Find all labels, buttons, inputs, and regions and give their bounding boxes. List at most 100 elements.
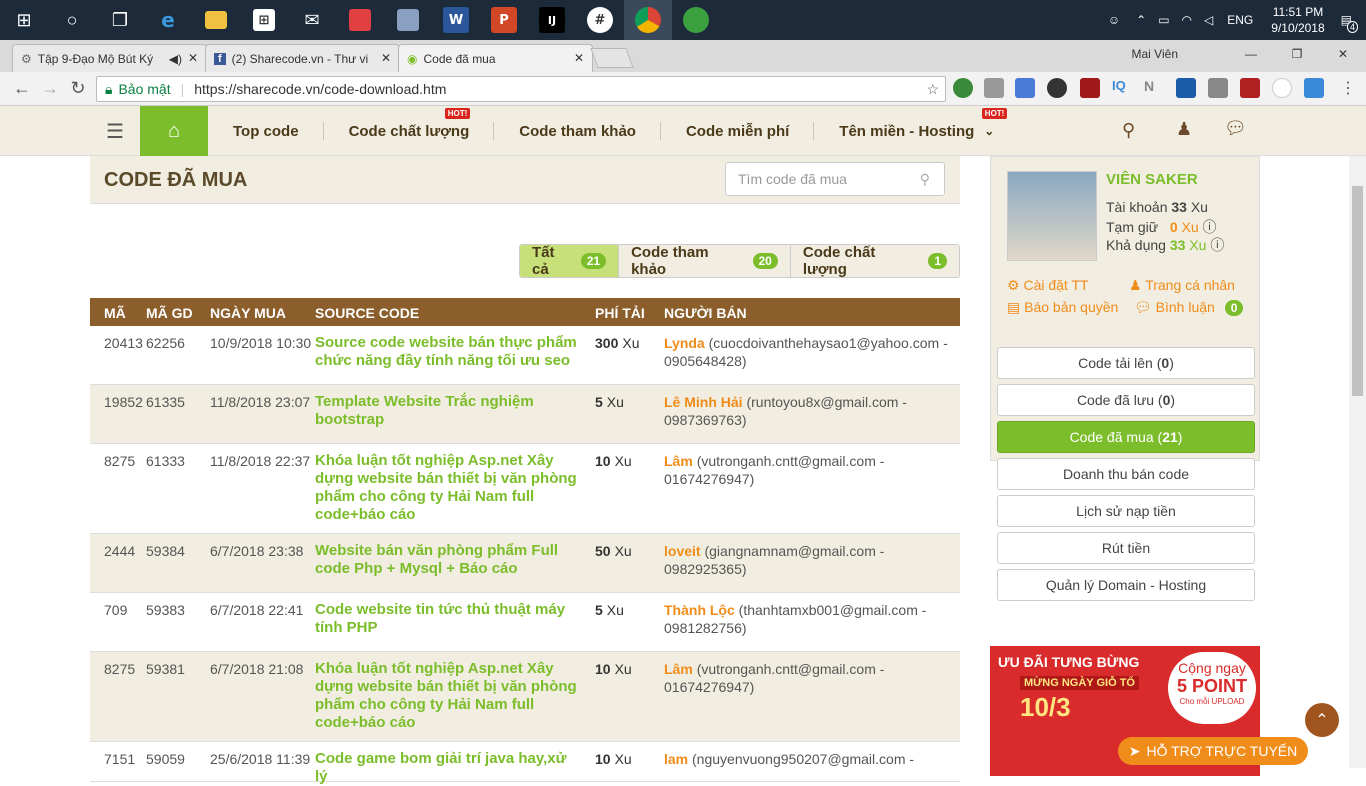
powerpoint-icon[interactable]: P	[480, 0, 528, 40]
chrome-icon[interactable]	[624, 0, 672, 40]
search-icon[interactable]: ⚲	[920, 171, 930, 188]
cell-seller[interactable]: loveit (giangnamnam@gmail.com - 09829253…	[664, 542, 954, 578]
tab-close-icon[interactable]: ✕	[574, 51, 584, 65]
info-icon[interactable]: ⓘ	[1203, 219, 1217, 235]
ublock-extension-icon[interactable]	[1080, 78, 1100, 98]
mail-icon[interactable]: ✉	[288, 0, 336, 40]
cell-source[interactable]: Khóa luận tốt nghiệp Asp.net Xây dựng we…	[315, 660, 580, 732]
slack-icon[interactable]: #	[576, 0, 624, 40]
ghost-extension-icon[interactable]	[1047, 78, 1067, 98]
file-explorer-icon[interactable]	[192, 0, 240, 40]
info-icon[interactable]: ⓘ	[1210, 237, 1224, 253]
side-menu-item[interactable]: Code đã mua (21)	[997, 421, 1255, 453]
scroll-to-top-button[interactable]: ⌃	[1305, 703, 1339, 737]
side-menu-item[interactable]: Code tải lên (0)	[997, 347, 1255, 379]
seller-name[interactable]: Thành Lộc	[664, 602, 735, 618]
record-extension-icon[interactable]	[1272, 78, 1292, 98]
control-panel-icon[interactable]	[384, 0, 432, 40]
filter-tham-khao[interactable]: Code tham khảo 20	[618, 245, 790, 277]
side-menu-item[interactable]: Code đã lưu (0)	[997, 384, 1255, 416]
tab-close-icon[interactable]: ✕	[188, 51, 198, 65]
side-menu-item[interactable]: Lịch sử nạp tiền	[997, 495, 1255, 527]
chat-icon[interactable]: 💬︎	[1224, 118, 1247, 139]
filter-chat-luong[interactable]: Code chất lượng 1	[789, 245, 959, 277]
cell-seller[interactable]: Lâm (vutronganh.cntt@gmail.com - 0167427…	[664, 660, 954, 696]
clock[interactable]: 11:51 PM 9/10/2018	[1261, 4, 1334, 36]
new-tab-button[interactable]	[590, 48, 634, 68]
nav-code-mien-phi[interactable]: Code miễn phí	[661, 106, 815, 156]
live-support-button[interactable]: ➤ HỖ TRỢ TRỰC TUYẾN	[1118, 737, 1308, 765]
camera2-extension-icon[interactable]	[1208, 78, 1228, 98]
windows-start-icon[interactable]: ⊞	[0, 0, 48, 40]
filter-all[interactable]: Tất cả 21	[520, 245, 619, 277]
cortana-icon[interactable]: ○	[48, 0, 96, 40]
reload-icon[interactable]: ↻	[64, 78, 92, 99]
back-icon[interactable]: ←	[8, 78, 36, 99]
hamburger-icon[interactable]: ☰	[90, 106, 140, 156]
restore-icon[interactable]: ❐	[1274, 47, 1320, 61]
wifi-icon[interactable]: ◠	[1176, 13, 1198, 27]
minimize-icon[interactable]: —	[1228, 47, 1274, 61]
cell-source[interactable]: Template Website Trắc nghiệm bootstrap	[315, 393, 580, 429]
store-icon[interactable]: ⊞	[240, 0, 288, 40]
tab-3[interactable]: ◉ Code đã mua ✕	[398, 44, 593, 72]
seller-name[interactable]: Lynda	[664, 335, 705, 351]
nav-code-chat-luong[interactable]: Code chất lượng HOT!	[324, 106, 495, 156]
profile-name[interactable]: VIÊN SAKER	[1106, 171, 1198, 188]
speaker-icon[interactable]: ◀)	[169, 52, 182, 66]
copyright-report-link[interactable]: ▤ Báo bản quyền	[1007, 299, 1118, 316]
profile-name[interactable]: Mai Viên	[1132, 47, 1178, 61]
j-extension-icon[interactable]	[1176, 78, 1196, 98]
tab-close-icon[interactable]: ✕	[381, 51, 391, 65]
notification-icon[interactable]: ▤ 4	[1335, 13, 1366, 33]
omnibox[interactable]: 🔒︎ Bảo mật | https://sharecode.vn/code-d…	[96, 76, 946, 102]
seller-name[interactable]: Lâm	[664, 453, 693, 469]
profile-page-link[interactable]: ♟ Trang cá nhân	[1129, 277, 1235, 294]
cell-seller[interactable]: lam (nguyenvuong950207@gmail.com -	[664, 750, 954, 768]
cell-seller[interactable]: Lê Minh Hải (runtoyou8x@gmail.com - 0987…	[664, 393, 954, 429]
user-icon[interactable]: ♟	[1176, 119, 1192, 140]
cell-source[interactable]: Khóa luận tốt nghiệp Asp.net Xây dựng we…	[315, 452, 580, 524]
camera-extension-icon[interactable]	[984, 78, 1004, 98]
cell-source[interactable]: Source code website bán thực phẩm chức n…	[315, 334, 580, 370]
task-view-icon[interactable]: ❐	[96, 0, 144, 40]
n-extension-icon[interactable]: N	[1144, 78, 1164, 98]
edge-app-icon[interactable]: e	[144, 0, 192, 40]
comments-link[interactable]: 💬︎ Bình luận 0	[1134, 299, 1244, 316]
cell-seller[interactable]: Thành Lộc (thanhtamxb001@gmail.com - 098…	[664, 601, 954, 637]
word-icon[interactable]: W	[432, 0, 480, 40]
avatar[interactable]	[1007, 171, 1097, 261]
language-indicator[interactable]: ENG	[1219, 13, 1261, 27]
cell-source[interactable]: Code game bom giải trí java hay,xử lý	[315, 750, 580, 786]
tab-2[interactable]: f (2) Sharecode.vn - Thư vi ✕	[205, 44, 400, 72]
seller-name[interactable]: loveit	[664, 543, 701, 559]
cell-source[interactable]: Website bán văn phòng phẩm Full code Php…	[315, 542, 580, 578]
home-button[interactable]: ⌂	[140, 106, 208, 156]
iq-extension-icon[interactable]: IQ	[1112, 78, 1132, 98]
search-input[interactable]: Tìm code đã mua ⚲	[725, 162, 945, 196]
page-scrollbar[interactable]	[1349, 156, 1366, 768]
side-menu-item[interactable]: Rút tiền	[997, 532, 1255, 564]
nav-code-tham-khao[interactable]: Code tham khảo	[494, 106, 661, 156]
side-menu-item[interactable]: Quản lý Domain - Hosting	[997, 569, 1255, 601]
cell-source[interactable]: Code website tin tức thủ thuật máy tính …	[315, 601, 580, 637]
volume-icon[interactable]: ◁	[1198, 13, 1219, 27]
intellij-icon[interactable]: IJ	[528, 0, 576, 40]
seller-name[interactable]: lam	[664, 751, 688, 767]
close-icon[interactable]: ✕	[1320, 47, 1366, 61]
scrollbar-thumb[interactable]	[1352, 186, 1363, 396]
cell-seller[interactable]: Lâm (vutronganh.cntt@gmail.com - 0167427…	[664, 452, 954, 488]
seller-name[interactable]: Lê Minh Hải	[664, 394, 743, 410]
bookmark-star-icon[interactable]: ☆	[926, 81, 939, 98]
nav-top-code[interactable]: Top code	[208, 106, 324, 156]
globe-app-icon[interactable]	[672, 0, 720, 40]
people-icon[interactable]: ☺	[1098, 13, 1130, 27]
chrome-menu-icon[interactable]: ⋮	[1338, 78, 1358, 98]
cell-seller[interactable]: Lynda (cuocdoivanthehaysao1@yahoo.com - …	[664, 334, 954, 370]
translate-extension-icon[interactable]	[1015, 78, 1035, 98]
side-menu-item[interactable]: Doanh thu bán code	[997, 458, 1255, 490]
seller-name[interactable]: Lâm	[664, 661, 693, 677]
settings-link[interactable]: ⚙ Cài đặt TT	[1007, 277, 1089, 294]
ruby-extension-icon[interactable]	[1240, 78, 1260, 98]
screen-extension-icon[interactable]	[1304, 78, 1324, 98]
